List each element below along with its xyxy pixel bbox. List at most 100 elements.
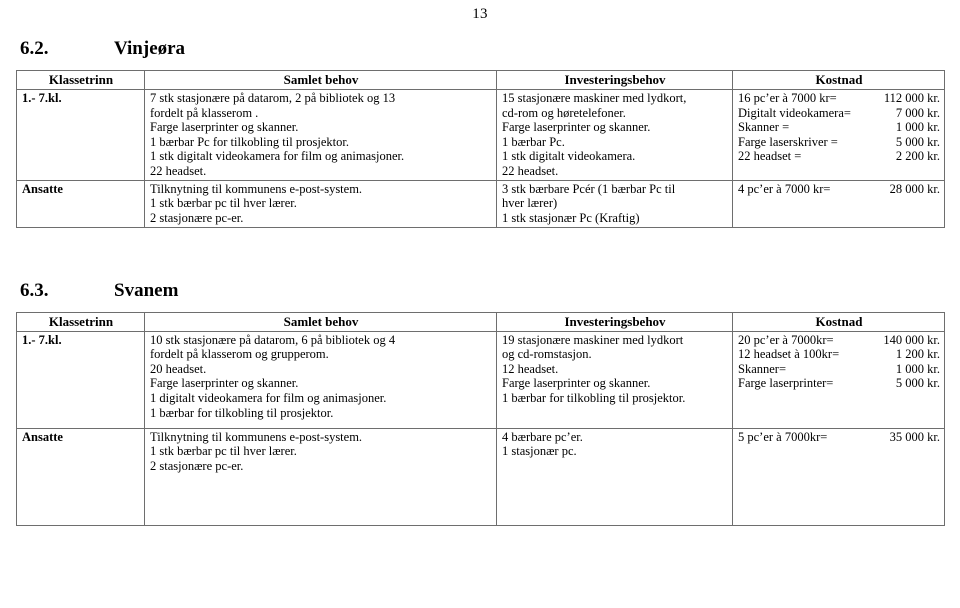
text-line: Farge laserprinter og skanner. — [502, 376, 651, 391]
cell-samlet-behov: Tilknytning til kommunens e-post-system.… — [144, 427, 497, 526]
column-header-samlet-behov: Samlet behov — [144, 311, 497, 332]
text-line: 1 stk digitalt videokamera for film og a… — [150, 149, 405, 164]
table-row: 1.- 7.kl. 7 stk stasjonære på datarom, 2… — [16, 89, 945, 181]
column-header-investeringsbehov: Investeringsbehov — [496, 70, 733, 90]
text-line: 1 bærbar Pc for tilkobling til prosjekto… — [150, 134, 349, 149]
table-header-row: Klassetrinn Samlet behov Investeringsbeh… — [16, 70, 945, 90]
text-line: fordelt på klasserom . — [150, 105, 259, 120]
column-header-klassetrinn: Klassetrinn — [16, 311, 145, 332]
cost-row: Farge laserskriver = 5 000 kr. — [738, 135, 940, 150]
text-line: 7 stk stasjonære på datarom, 2 på biblio… — [150, 91, 396, 105]
cost-list: 4 pc’er à 7000 kr= 28 000 kr. — [738, 182, 940, 197]
text-line: 10 stk stasjonære på datarom, 6 på bibli… — [150, 332, 396, 347]
text-line: 19 stasjonære maskiner med lydkort — [502, 332, 684, 347]
section-number: 6.2. — [20, 38, 49, 59]
cost-list: 20 pc’er à 7000kr= 140 000 kr. 12 headset … — [738, 333, 940, 391]
table-row: 1.- 7.kl. 10 stk stasjonære på datarom, … — [16, 330, 945, 429]
text-line: 1 bærbar for tilkobling til prosjektor. — [150, 405, 334, 420]
cost-amount: 1 000 kr. — [895, 120, 940, 135]
section-heading-62: 6.2. Vinjeøra — [16, 38, 944, 60]
cost-row: Digitalt videokamera= 7 000 kr. — [738, 106, 940, 121]
cost-label: 5 pc’er à 7000kr= — [738, 429, 828, 444]
cost-amount: 28 000 kr. — [889, 181, 940, 196]
column-header-kostnad: Kostnad — [732, 311, 945, 332]
cell-investeringsbehov: 15 stasjonære maskiner med lydkort, cd-ro… — [496, 89, 733, 181]
text-lines: Tilknytning til kommunens e-post-system.… — [150, 430, 492, 474]
text-lines: 10 stk stasjonære på datarom, 6 på bibli… — [150, 333, 492, 421]
text-line: 12 headset. — [502, 361, 559, 376]
cost-label: Farge laserprinter= — [738, 376, 834, 391]
needs-table-svanem: Klassetrinn Samlet behov Investeringsbeh… — [16, 311, 945, 526]
cost-label: Skanner= — [738, 361, 787, 376]
text-line: 1 bærbar Pc. — [502, 134, 565, 149]
text-line: 4 bærbare pc’er. — [502, 429, 583, 444]
text-line: 1 bærbar for tilkobling til prosjektor. — [502, 390, 686, 405]
cost-row: Skanner = 1 000 kr. — [738, 120, 940, 135]
cell-kostnad: 5 pc’er à 7000kr= 35 000 kr. — [732, 427, 945, 526]
cost-row: 16 pc’er à 7000 kr= 112 000 kr. — [738, 91, 940, 106]
cost-list: 5 pc’er à 7000kr= 35 000 kr. — [738, 430, 940, 445]
cost-label: Digitalt videokamera= — [738, 105, 851, 120]
cell-samlet-behov: Tilknytning til kommunens e-post-system.… — [144, 179, 497, 228]
text-lines: 4 bærbare pc’er. 1 stasjonær pc. — [502, 430, 728, 459]
cost-amount: 1 200 kr. — [895, 347, 940, 362]
cell-investeringsbehov: 4 bærbare pc’er. 1 stasjonær pc. — [496, 427, 733, 526]
text-line: 22 headset. — [150, 163, 207, 178]
text-lines: Tilknytning til kommunens e-post-system.… — [150, 182, 492, 226]
section-number: 6.3. — [20, 279, 49, 301]
text-line: 22 headset. — [502, 163, 559, 178]
cost-label: Farge laserskriver = — [738, 134, 838, 149]
section-title: Vinjeøra — [114, 38, 186, 59]
text-lines: 3 stk bærbare Pcér (1 bærbar Pc til hver … — [502, 182, 728, 226]
cost-label: 4 pc’er à 7000 kr= — [738, 181, 831, 196]
cost-row: 22 headset = 2 200 kr. — [738, 149, 940, 164]
cost-amount: 140 000 kr. — [883, 332, 940, 347]
text-line: 1 stk digitalt videokamera. — [502, 149, 636, 164]
text-line: 15 stasjonære maskiner med lydkort, — [502, 91, 687, 105]
text-line: 1 stk bærbar pc til hver lærer. — [150, 196, 297, 211]
cell-klassetrinn: Ansatte — [16, 179, 145, 228]
table-row: Ansatte Tilknytning til kommunens e-post… — [16, 427, 945, 526]
table-row: Ansatte Tilknytning til kommunens e-post… — [16, 179, 945, 228]
cost-amount: 2 200 kr. — [895, 149, 940, 164]
text-line: og cd-romstasjon. — [502, 347, 592, 362]
text-line: 1 stk bærbar pc til hver lærer. — [150, 444, 297, 459]
text-line: 1 stasjonær pc. — [502, 444, 577, 459]
text-line: 1 digitalt videokamera for film og anima… — [150, 390, 387, 405]
cell-kostnad: 4 pc’er à 7000 kr= 28 000 kr. — [732, 179, 945, 228]
cell-samlet-behov: 10 stk stasjonære på datarom, 6 på bibli… — [144, 330, 497, 429]
needs-table-vinjeora: Klassetrinn Samlet behov Investeringsbeh… — [16, 70, 945, 228]
cell-klassetrinn: Ansatte — [16, 427, 145, 526]
cost-row: Farge laserprinter= 5 000 kr. — [738, 376, 940, 391]
text-line: 2 stasjonære pc-er. — [150, 210, 244, 225]
column-header-samlet-behov: Samlet behov — [144, 70, 497, 90]
column-header-kostnad: Kostnad — [732, 70, 945, 90]
cell-kostnad: 20 pc’er à 7000kr= 140 000 kr. 12 headset … — [732, 330, 945, 429]
text-line: cd-rom og høretelefoner. — [502, 105, 626, 120]
cost-label: Skanner = — [738, 120, 790, 135]
cell-investeringsbehov: 3 stk bærbare Pcér (1 bærbar Pc til hver … — [496, 179, 733, 228]
column-header-investeringsbehov: Investeringsbehov — [496, 311, 733, 332]
cost-list: 16 pc’er à 7000 kr= 112 000 kr. Digitalt v… — [738, 91, 940, 164]
column-header-klassetrinn: Klassetrinn — [16, 70, 145, 90]
cell-kostnad: 16 pc’er à 7000 kr= 112 000 kr. Digitalt v… — [732, 89, 945, 181]
cost-amount: 5 000 kr. — [895, 134, 940, 149]
cost-label: 12 headset à 100kr= — [738, 347, 840, 362]
text-lines: 7 stk stasjonære på datarom, 2 på biblio… — [150, 91, 492, 179]
cost-row: 4 pc’er à 7000 kr= 28 000 kr. — [738, 182, 940, 197]
text-line: fordelt på klasserom og grupperom. — [150, 347, 329, 362]
text-line: Tilknytning til kommunens e-post-system. — [150, 429, 363, 444]
text-line: Farge laserprinter og skanner. — [150, 376, 299, 391]
text-line: 1 stk stasjonær Pc (Kraftig) — [502, 210, 640, 225]
cell-samlet-behov: 7 stk stasjonære på datarom, 2 på biblio… — [144, 89, 497, 181]
text-line: 20 headset. — [150, 361, 207, 376]
cell-investeringsbehov: 19 stasjonære maskiner med lydkort og cd-… — [496, 330, 733, 429]
text-lines: 15 stasjonære maskiner med lydkort, cd-ro… — [502, 91, 728, 179]
cost-label: 20 pc’er à 7000kr= — [738, 332, 834, 347]
cost-row: 20 pc’er à 7000kr= 140 000 kr. — [738, 333, 940, 348]
section-title: Svanem — [114, 279, 179, 301]
section-heading-63: 6.3. Svanem — [16, 280, 944, 302]
cost-amount: 35 000 kr. — [889, 429, 940, 444]
cost-row: 12 headset à 100kr= 1 200 kr. — [738, 347, 940, 362]
